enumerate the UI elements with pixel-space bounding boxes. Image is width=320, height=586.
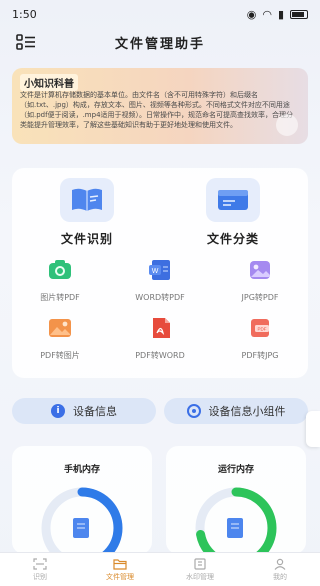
eye-icon: ◉ [246, 7, 257, 21]
nav-recognize[interactable]: 识别 [0, 553, 80, 586]
pdf-to-word-button[interactable]: PDF转WORD [112, 316, 208, 361]
user-icon [274, 558, 286, 570]
pdf-to-image-button[interactable]: PDF转图片 [12, 316, 108, 361]
info-icon: i [51, 404, 65, 418]
word-doc-icon: W [149, 260, 170, 280]
device-info-label: 设备信息 [73, 405, 117, 418]
device-widget-label: 设备信息小组件 [208, 405, 286, 418]
knowledge-card[interactable]: 小知识科普 文件是计算机存储数据的基本单位。由文件名（含不可用特殊字符）和后缀名… [12, 68, 308, 144]
battery-icon [290, 9, 308, 19]
pdf-to-jpg-button[interactable]: PDF PDF转JPG [212, 316, 308, 361]
file-recognition-button[interactable]: 文件识别 [32, 178, 142, 247]
running-memory-title: 运行内存 [217, 465, 254, 475]
nav-watermark[interactable]: 水印管理 [160, 553, 240, 586]
pdf-to-jpg-label: PDF转JPG [241, 351, 279, 360]
device-info-button[interactable]: i 设备信息 [12, 398, 156, 424]
status-icons: ◉ ◠ ▮ [247, 8, 308, 21]
watermark-icon [194, 557, 206, 570]
status-bar: 1:50 ◉ ◠ ▮ [0, 0, 320, 28]
nav-watermark-label: 水印管理 [186, 572, 214, 581]
knowledge-tag: 小知识科普 [20, 74, 78, 91]
scan-icon [33, 557, 47, 570]
file-classification-button[interactable]: 文件分类 [178, 178, 288, 247]
camera-icon [49, 260, 71, 279]
nav-file-manage-label: 文件管理 [106, 572, 134, 581]
menu-grid-icon[interactable] [16, 34, 36, 50]
picture-icon [250, 261, 270, 279]
app-header: 文件管理助手 [0, 28, 320, 56]
file-classification-label: 文件分类 [206, 232, 259, 246]
nav-profile-label: 我的 [273, 572, 287, 581]
phone-memory-card[interactable]: 手机内存 [12, 446, 152, 554]
pdf-doc-icon [153, 318, 170, 338]
book-icon [60, 178, 114, 222]
wifi-icon: ◠ [262, 7, 272, 21]
image-to-pdf-label: 图片转PDF [40, 293, 80, 302]
folder-icon [206, 178, 260, 222]
side-drawer-handle[interactable] [306, 411, 320, 447]
pdf-badge-icon: PDF [251, 319, 269, 337]
word-to-pdf-button[interactable]: W WORD转PDF [112, 258, 208, 303]
phone-memory-title: 手机内存 [63, 465, 100, 475]
eye-ring-icon [186, 404, 201, 418]
status-time: 1:50 [12, 7, 37, 21]
device-widget-button[interactable]: 设备信息小组件 [164, 398, 308, 424]
pdf-to-image-label: PDF转图片 [40, 351, 80, 360]
page-title: 文件管理助手 [114, 36, 205, 52]
pdf-to-word-label: PDF转WORD [135, 351, 185, 360]
word-to-pdf-label: WORD转PDF [135, 293, 185, 302]
tools-card: 文件识别 文件分类 图片转PDF W WORD转PDF JPG转PDF PDF转… [12, 168, 308, 378]
phone-memory-ring [41, 487, 123, 554]
running-memory-card[interactable]: 运行内存 [166, 446, 306, 554]
nav-file-manage[interactable]: 文件管理 [80, 553, 160, 586]
signal-icon: ▮ [277, 7, 284, 21]
jpg-to-pdf-button[interactable]: JPG转PDF [212, 258, 308, 303]
image-to-pdf-button[interactable]: 图片转PDF [12, 258, 108, 303]
svg-text:W: W [152, 268, 159, 275]
svg-text:PDF: PDF [258, 327, 267, 332]
decorative-bubble-icon [276, 114, 298, 136]
running-memory-ring [195, 487, 277, 554]
folder-nav-icon [113, 558, 127, 570]
bottom-nav: 识别 文件管理 水印管理 我的 [0, 552, 320, 586]
file-recognition-label: 文件识别 [60, 232, 113, 246]
knowledge-text: 文件是计算机存储数据的基本单位。由文件名（含不可用特殊字符）和后缀名（如.txt… [20, 91, 294, 129]
jpg-to-pdf-label: JPG转PDF [241, 293, 279, 302]
image-icon [49, 319, 71, 337]
nav-recognize-label: 识别 [33, 572, 47, 581]
nav-profile[interactable]: 我的 [240, 553, 320, 586]
